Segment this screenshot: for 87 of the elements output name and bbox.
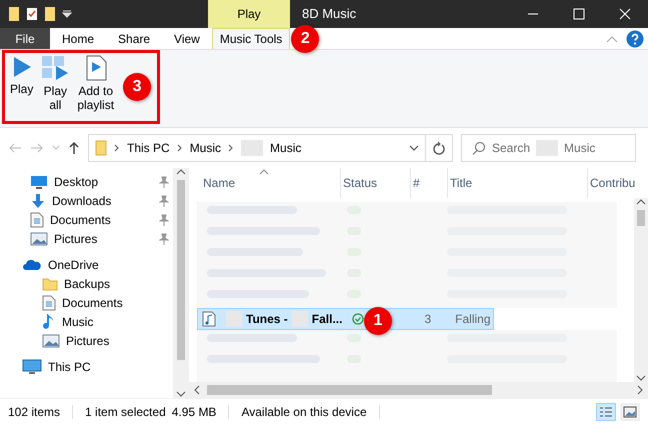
address-bar[interactable]: This PC Music Music — [88, 134, 426, 162]
column-header[interactable]: Name — [201, 168, 341, 198]
file-name: Fall... — [312, 311, 342, 328]
playlist-icon — [84, 55, 107, 81]
picture-icon — [30, 232, 48, 246]
search-scope: Music — [564, 140, 596, 157]
nav-item[interactable]: Music — [0, 312, 173, 331]
ribbon-tab[interactable]: Share — [106, 28, 162, 49]
audio-file-icon — [202, 311, 216, 327]
callout-marker: 3 — [123, 73, 152, 101]
column-header[interactable]: Title — [448, 168, 588, 198]
item-count: 102 items — [8, 404, 60, 421]
ribbon-tab[interactable]: View — [162, 28, 212, 49]
search-icon — [472, 141, 486, 155]
chevron-icon — [228, 144, 234, 152]
track-title: Falling — [455, 311, 491, 328]
nav-item[interactable]: Downloads — [0, 191, 173, 210]
tiles-view-icon — [623, 406, 637, 418]
scroll-up-icon — [636, 198, 646, 206]
scrollbar-thumb[interactable] — [637, 210, 645, 226]
redaction-block — [292, 311, 308, 327]
play-all-icon — [41, 55, 70, 81]
breadcrumb[interactable]: Music — [190, 139, 222, 157]
column-header[interactable]: Status — [341, 168, 411, 198]
scroll-left-icon — [193, 385, 201, 395]
file-tab[interactable]: File — [0, 28, 50, 49]
maximize-icon[interactable] — [572, 8, 586, 20]
refresh-button[interactable] — [425, 134, 453, 162]
scrollbar[interactable] — [634, 198, 648, 382]
nav-item[interactable]: Pictures — [0, 331, 173, 350]
search-field[interactable]: Search Music — [461, 134, 636, 162]
chevron-icon — [114, 144, 120, 152]
details-view-button[interactable] — [596, 403, 616, 421]
redaction-block — [226, 311, 242, 327]
add-to-playlist-button[interactable]: Add to playlist — [74, 53, 118, 115]
download-arrow-icon — [30, 192, 46, 208]
play-all-button[interactable]: Play all — [38, 53, 72, 115]
help-icon[interactable] — [626, 30, 644, 48]
nav-item[interactable]: Pictures — [0, 229, 173, 248]
computer-icon — [22, 358, 42, 374]
selection-count: 1 item selected — [85, 404, 166, 421]
nav-item[interactable]: Documents — [0, 293, 173, 312]
dropdown-arrow-icon[interactable] — [62, 10, 72, 18]
column-header[interactable]: # — [411, 168, 448, 198]
document-icon — [42, 294, 56, 310]
cloud-icon — [22, 258, 42, 270]
tiles-view-button[interactable] — [620, 403, 640, 421]
window-title: 8D Music — [301, 5, 358, 24]
selection-size: 4.95 MB — [172, 404, 216, 421]
up-arrow-icon[interactable] — [68, 141, 80, 155]
scroll-right-icon — [636, 385, 644, 395]
scrollbar[interactable] — [173, 168, 189, 398]
scrollbar-thumb[interactable] — [207, 385, 492, 395]
nav-item[interactable]: This PC — [0, 357, 173, 376]
document-icon — [30, 212, 44, 228]
chevron-icon — [176, 144, 183, 152]
picture-icon — [42, 334, 60, 348]
track-number: 3 — [424, 311, 432, 328]
context-tab-label: Play — [208, 0, 290, 28]
ribbon-tab[interactable]: Music Tools — [212, 28, 290, 49]
details-view-icon — [599, 406, 613, 418]
scroll-down-icon — [176, 390, 186, 398]
breadcrumb[interactable]: Music — [270, 139, 302, 157]
folder-icon — [42, 276, 58, 290]
properties-icon[interactable] — [26, 7, 38, 21]
nav-item[interactable]: Desktop — [0, 172, 173, 191]
scrollbar-thumb[interactable] — [177, 180, 185, 360]
file-name: Tunes - — [246, 311, 288, 328]
availability-status: Available on this device — [241, 404, 367, 421]
breadcrumb[interactable]: This PC — [127, 139, 170, 157]
play-button[interactable]: Play — [7, 53, 36, 98]
scroll-up-icon — [176, 168, 186, 176]
music-note-icon — [42, 312, 56, 330]
ribbon-tab[interactable]: Home — [50, 28, 106, 49]
nav-item[interactable]: OneDrive — [0, 255, 173, 274]
desktop-icon — [30, 174, 48, 188]
horizontal-scrollbar[interactable] — [189, 382, 648, 398]
dropdown-icon[interactable] — [409, 145, 419, 151]
close-icon[interactable] — [618, 8, 632, 20]
scroll-down-icon — [636, 374, 646, 382]
search-label: Search — [492, 140, 530, 157]
folder-icon[interactable] — [8, 6, 20, 22]
nav-item[interactable]: Backups — [0, 274, 173, 293]
refresh-icon — [433, 141, 445, 155]
column-header[interactable]: Contribu — [588, 168, 648, 198]
nav-item[interactable]: Documents — [0, 210, 173, 229]
folder-icon — [95, 140, 107, 156]
